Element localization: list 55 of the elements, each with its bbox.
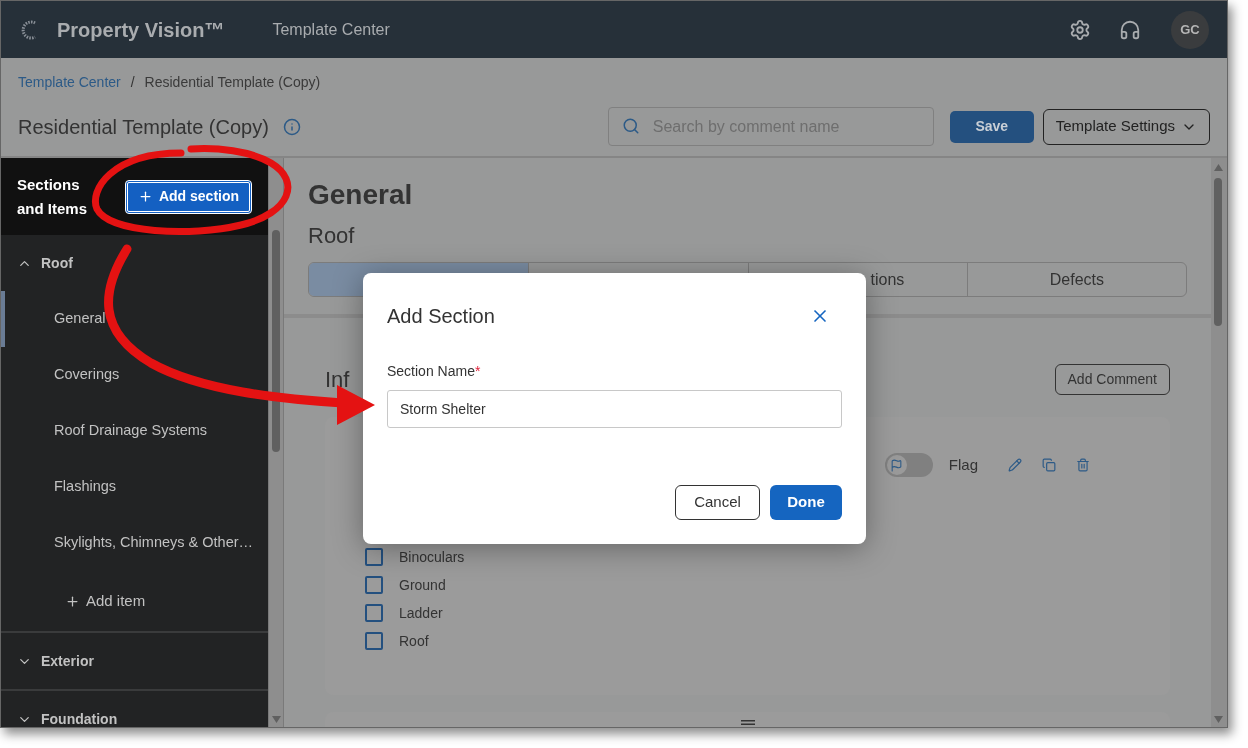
checkbox-label: Roof: [399, 631, 429, 651]
scroll-up-icon[interactable]: [1214, 164, 1223, 171]
checkbox-label: Ladder: [399, 603, 443, 623]
required-mark: *: [474, 363, 481, 379]
flag-icon: [890, 458, 904, 472]
headset-icon[interactable]: [1119, 18, 1141, 41]
scroll-down-icon[interactable]: [1214, 716, 1223, 723]
user-avatar[interactable]: GC: [1171, 10, 1209, 49]
add-section-button[interactable]: Add section: [125, 179, 252, 214]
scroll-down-icon[interactable]: [272, 716, 281, 723]
plus-icon: [65, 593, 80, 609]
plus-icon: [137, 189, 153, 204]
flag-toggle[interactable]: [884, 453, 933, 477]
section-header[interactable]: Roof: [1, 235, 268, 291]
section-heading: Inf: [325, 366, 350, 394]
tab[interactable]: Defects: [966, 263, 1186, 296]
save-button[interactable]: Save: [949, 110, 1034, 143]
cancel-button[interactable]: Cancel: [675, 485, 760, 520]
checkbox[interactable]: [365, 576, 383, 594]
checkbox[interactable]: [365, 632, 383, 650]
checkbox-label: Ground: [399, 575, 446, 595]
nav-title[interactable]: Template Center: [272, 17, 390, 42]
breadcrumb-separator: /: [130, 73, 135, 92]
flag-label: Flag: [948, 454, 978, 475]
search-icon: [621, 117, 640, 135]
field-label: Section Name*: [387, 362, 482, 381]
app-name: Property Vision™: [57, 17, 225, 43]
settings-icon[interactable]: [1069, 18, 1091, 41]
section-name-field[interactable]: Storm Shelter: [387, 390, 842, 428]
delete-icon[interactable]: [1076, 458, 1090, 472]
section-header[interactable]: Foundation: [1, 691, 268, 727]
checkbox[interactable]: [365, 604, 383, 622]
template-settings-button[interactable]: Template Settings: [1042, 108, 1210, 145]
scrollbar-thumb[interactable]: [272, 230, 280, 452]
checkbox-label: Binoculars: [399, 547, 465, 567]
add-item-button[interactable]: Add item: [1, 571, 268, 631]
sidebar-item[interactable]: Coverings: [1, 347, 268, 403]
sidebar-item[interactable]: Skylights, Chimneys & Other…: [1, 515, 268, 571]
done-button[interactable]: Done: [770, 485, 842, 520]
checkbox[interactable]: [365, 548, 383, 566]
section-header[interactable]: Exterior: [1, 633, 268, 689]
breadcrumb-current: Residential Template (Copy): [144, 73, 321, 92]
scrollbar-thumb[interactable]: [1214, 178, 1222, 326]
info-icon[interactable]: [282, 117, 301, 136]
section-title: General: [308, 178, 414, 212]
sidebar-item[interactable]: Flashings: [1, 459, 268, 515]
item-title: Roof: [308, 222, 356, 250]
sidebar-title: Sections and Items: [17, 174, 89, 219]
dialog-title: Add Section: [387, 304, 495, 329]
edit-icon[interactable]: [1008, 458, 1022, 472]
page-title: Residential Template (Copy): [18, 114, 269, 140]
sidebar-item[interactable]: Roof Drainage Systems: [1, 403, 268, 459]
drag-handle-icon[interactable]: [740, 720, 755, 725]
duplicate-icon[interactable]: [1042, 458, 1056, 472]
add-comment-button[interactable]: Add Comment: [1054, 364, 1170, 395]
